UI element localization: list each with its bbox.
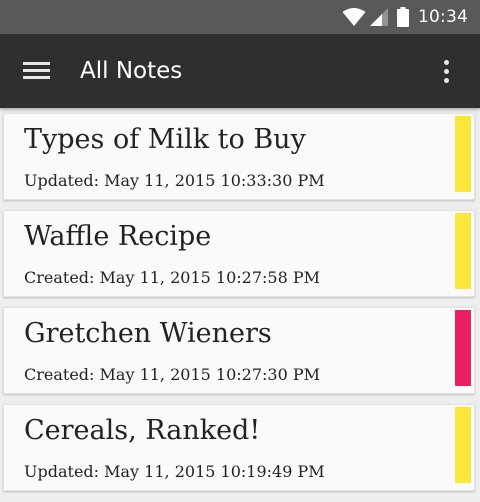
more-vert-icon-dot (443, 77, 449, 83)
page-title: All Notes (80, 58, 183, 84)
note-title: Cereals, Ranked! (24, 415, 261, 446)
cell-signal-icon (369, 7, 389, 27)
overflow-menu-button[interactable] (426, 51, 466, 91)
note-timestamp: Created: May 11, 2015 10:27:58 PM (24, 268, 320, 287)
note-card[interactable]: Cereals, Ranked! Updated: May 11, 2015 1… (3, 404, 475, 491)
menu-button[interactable] (10, 45, 62, 97)
note-color-tag (455, 116, 471, 192)
battery-icon (397, 7, 409, 27)
wifi-icon (342, 7, 366, 27)
note-color-tag (455, 407, 471, 483)
hamburger-menu-icon (22, 62, 50, 80)
note-timestamp: Created: May 11, 2015 10:27:30 PM (24, 365, 320, 384)
note-title: Types of Milk to Buy (24, 124, 306, 155)
more-vert-icon-dot (443, 68, 449, 74)
status-bar: 10:34 (0, 0, 480, 34)
note-timestamp: Updated: May 11, 2015 10:33:30 PM (24, 171, 325, 190)
note-color-tag (455, 310, 471, 386)
note-card[interactable]: Types of Milk to Buy Updated: May 11, 20… (3, 113, 475, 200)
app-bar: All Notes (0, 34, 480, 108)
note-title: Waffle Recipe (24, 221, 212, 252)
status-icons: 10:34 (342, 0, 468, 34)
note-timestamp: Updated: May 11, 2015 10:19:49 PM (24, 462, 325, 481)
note-card[interactable]: Gretchen Wieners Created: May 11, 2015 1… (3, 307, 475, 394)
note-title: Gretchen Wieners (24, 318, 272, 349)
status-time: 10:34 (418, 7, 468, 27)
more-vert-icon-dot (443, 59, 449, 65)
note-color-tag (455, 213, 471, 289)
note-card[interactable]: Waffle Recipe Created: May 11, 2015 10:2… (3, 210, 475, 297)
